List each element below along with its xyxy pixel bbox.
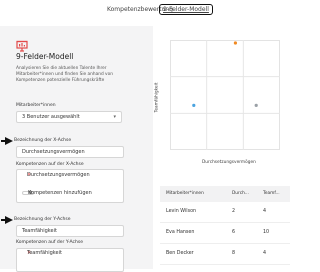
page-description: Analysieren Sie die aktuellen Talente Ih… — [16, 66, 151, 84]
table-row[interactable]: Eva Hansen 6 10 — [160, 223, 290, 244]
competence-tag-label: Durchsetzungsvermögen — [27, 172, 90, 178]
chart-point[interactable] — [192, 103, 196, 107]
employees-label: Mitarbeiter*innen — [16, 103, 56, 108]
cell-employee: Ben Decker — [166, 251, 194, 256]
y-axis-label-input[interactable]: Teamfähigkeit — [16, 225, 124, 237]
cell-x-value: 8 — [232, 251, 236, 256]
employee-table: Mitarbeiter*innen Durch... Teamf... Levi… — [160, 186, 290, 265]
cell-y-value: 10 — [263, 230, 270, 235]
cell-y-value: 4 — [263, 251, 267, 256]
cell-x-value: 6 — [232, 230, 236, 235]
employees-selected-value: 3 Benutzer ausgewählt — [22, 114, 80, 120]
nine-box-chart — [170, 40, 280, 150]
table-header: Mitarbeiter*innen Durch... Teamf... — [160, 186, 290, 202]
table-row[interactable]: Ben Decker 8 4 — [160, 244, 290, 265]
arrow-pointer-y-head — [5, 216, 13, 224]
chart-point[interactable] — [254, 103, 258, 107]
y-axis-competences-label: Kompetenzen auf der Y-Achse — [16, 240, 83, 245]
cell-y-value: 4 — [263, 209, 267, 214]
x-axis-competences-label: Kompetenzen auf der X-Achse — [16, 162, 84, 167]
description-line: Kompetenzen potenzielle Führungskräfte — [16, 78, 105, 83]
cell-x-value: 2 — [232, 209, 236, 214]
column-header-x[interactable]: Durch... — [232, 191, 249, 196]
y-axis-label-value: Teamfähigkeit — [22, 228, 57, 234]
nine-box-chart-svg — [170, 40, 280, 150]
cell-employee: Levin Wilson — [166, 209, 197, 214]
chevron-down-icon: ▾ — [113, 114, 116, 120]
add-competence-button[interactable]: ⊕ Kompetenzen hinzufügen — [22, 190, 92, 196]
cell-employee: Eva Hansen — [166, 230, 195, 235]
chart-point[interactable] — [233, 41, 237, 45]
presentation-icon — [16, 37, 28, 52]
add-competence-label: Kompetenzen hinzufügen — [28, 190, 92, 196]
x-axis-label-input[interactable]: Durchsetzungsvermögen — [16, 146, 124, 158]
x-axis-label-caption: Bezeichnung der X-Achse — [14, 138, 72, 143]
arrow-pointer-x-head — [5, 137, 13, 145]
competence-tag-label: Teamfähigkeit — [27, 250, 62, 256]
y-axis-label-caption: Bezeichnung der Y-Achse — [14, 217, 71, 222]
y-axis-competences-box: ✕ Teamfähigkeit — [16, 248, 124, 272]
column-header-y[interactable]: Teamf... — [263, 191, 280, 196]
y-axis-title: Teamfähigkeit — [154, 82, 160, 113]
tab-nine-box[interactable]: 9-Felder-Modell — [159, 4, 213, 15]
x-axis-competences-box: ✕ Durchsetzungsvermögen ⊕ Kompetenzen hin… — [16, 169, 124, 203]
table-row[interactable]: Levin Wilson 2 4 — [160, 202, 290, 223]
x-axis-title: Durchsetzungsvermögen — [202, 160, 256, 165]
column-header-employee[interactable]: Mitarbeiter*innen — [166, 191, 204, 196]
page-title: 9-Felder-Modell — [16, 52, 74, 61]
x-axis-label-value: Durchsetzungsvermögen — [22, 149, 85, 155]
employees-select[interactable]: 3 Benutzer ausgewählt ▾ — [16, 111, 122, 123]
